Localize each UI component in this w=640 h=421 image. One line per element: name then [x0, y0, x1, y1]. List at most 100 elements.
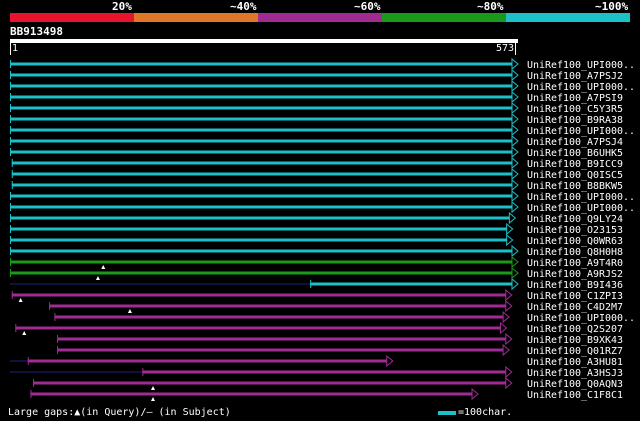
- hit-label[interactable]: UniRef100_UPI000..: [527, 313, 635, 324]
- hit-label[interactable]: UniRef100_B9ICC9: [527, 159, 623, 170]
- hit-row[interactable]: UniRef100_Q9LY24: [10, 211, 623, 225]
- hit-row[interactable]: UniRef100_B9XK43: [57, 332, 623, 346]
- hit-bar[interactable]: [54, 315, 504, 319]
- hit-bar[interactable]: [10, 73, 512, 77]
- hit-row[interactable]: UniRef100_A3HU81: [10, 354, 623, 368]
- hit-row[interactable]: UniRef100_UPI000..: [10, 200, 635, 214]
- hit-label[interactable]: UniRef100_B9RA38: [527, 115, 623, 126]
- hit-end-arrow: [502, 343, 510, 357]
- hit-row[interactable]: UniRef100_O23153: [10, 222, 623, 236]
- hit-end-arrow: [511, 101, 519, 115]
- hit-bar[interactable]: [310, 282, 512, 286]
- hit-bar[interactable]: [33, 381, 506, 385]
- hit-label[interactable]: UniRef100_C1F8C1: [527, 390, 623, 401]
- hit-bar[interactable]: [10, 106, 512, 110]
- hit-label[interactable]: UniRef100_UPI000..: [527, 82, 635, 93]
- hit-bar[interactable]: [10, 84, 512, 88]
- hit-bar[interactable]: [10, 62, 512, 66]
- hit-row[interactable]: UniRef100_C5Y3R5: [10, 101, 623, 115]
- hit-bar[interactable]: [142, 370, 506, 374]
- hit-label[interactable]: UniRef100_UPI000..: [527, 126, 635, 137]
- hit-bar[interactable]: [10, 271, 512, 275]
- hit-row[interactable]: UniRef100_B8BKW5: [11, 178, 623, 192]
- hit-label[interactable]: UniRef100_Q0WR63: [527, 236, 623, 247]
- hit-label[interactable]: UniRef100_A9RJS2: [527, 269, 623, 280]
- hit-label[interactable]: UniRef100_B6UHK5: [527, 148, 623, 159]
- hit-bar[interactable]: [10, 205, 512, 209]
- hit-label[interactable]: UniRef100_A9T4R0: [527, 258, 623, 269]
- hit-bar[interactable]: [10, 227, 507, 231]
- hit-label[interactable]: UniRef100_A7PSI9: [527, 93, 623, 104]
- hit-row[interactable]: UniRef100_A7PSJ4: [10, 134, 623, 148]
- hit-bar[interactable]: [10, 216, 510, 220]
- hit-bar[interactable]: [15, 326, 501, 330]
- hit-row[interactable]: UniRef100_UPI000..: [54, 310, 635, 324]
- hit-bar[interactable]: [10, 238, 507, 242]
- hit-row[interactable]: UniRef100_A3HSJ3: [10, 365, 623, 379]
- hit-row[interactable]: UniRef100_Q0WR63: [10, 233, 623, 247]
- hit-bar[interactable]: [10, 139, 512, 143]
- hit-bar[interactable]: [10, 95, 512, 99]
- hit-label[interactable]: UniRef100_Q9LY24: [527, 214, 623, 225]
- hit-start-tick: [10, 93, 11, 101]
- hit-label[interactable]: UniRef100_UPI000..: [527, 203, 635, 214]
- hit-end-arrow: [511, 255, 519, 269]
- hit-label[interactable]: UniRef100_A7PSJ2: [527, 71, 623, 82]
- hit-bar[interactable]: [11, 172, 513, 176]
- hit-label[interactable]: UniRef100_UPI000..: [527, 192, 635, 203]
- hit-start-tick: [49, 302, 51, 310]
- hit-bar[interactable]: [10, 194, 512, 198]
- hit-row[interactable]: UniRef100_B9RA38: [10, 112, 623, 126]
- hit-row[interactable]: UniRef100_C1F8C1: [30, 387, 623, 401]
- hit-bar[interactable]: [10, 249, 512, 253]
- hit-start-tick: [10, 137, 11, 145]
- hit-label[interactable]: UniRef100_C4D2M7: [527, 302, 623, 313]
- hit-bar[interactable]: [49, 304, 506, 308]
- hit-label[interactable]: UniRef100_C5Y3R5: [527, 104, 623, 115]
- hit-bar[interactable]: [10, 260, 512, 264]
- hit-row[interactable]: UniRef100_C4D2M7: [49, 299, 623, 313]
- hit-label[interactable]: UniRef100_C1ZPI3: [527, 291, 623, 302]
- hit-row[interactable]: UniRef100_Q2S207: [15, 321, 623, 335]
- hit-label[interactable]: UniRef100_O23153: [527, 225, 623, 236]
- hit-row[interactable]: UniRef100_UPI000..: [10, 57, 635, 71]
- hit-bar[interactable]: [57, 337, 506, 341]
- hit-bar[interactable]: [10, 150, 512, 154]
- hit-bar[interactable]: [11, 183, 513, 187]
- hit-row[interactable]: UniRef100_Q0AQN3: [33, 376, 623, 390]
- hit-label[interactable]: UniRef100_Q0ISC5: [527, 170, 623, 181]
- hit-row[interactable]: UniRef100_Q01RZ7: [57, 343, 623, 357]
- hit-row[interactable]: UniRef100_A9T4R0: [10, 255, 623, 269]
- hit-row[interactable]: UniRef100_UPI000..: [10, 79, 635, 93]
- hit-bar[interactable]: [27, 359, 387, 363]
- hit-bar[interactable]: [10, 117, 512, 121]
- hit-label[interactable]: UniRef100_A3HSJ3: [527, 368, 623, 379]
- hit-label[interactable]: UniRef100_UPI000..: [527, 60, 635, 71]
- hit-row[interactable]: UniRef100_A7PSI9: [10, 90, 623, 104]
- hit-label[interactable]: UniRef100_B8BKW5: [527, 181, 623, 192]
- hit-label[interactable]: UniRef100_Q01RZ7: [527, 346, 623, 357]
- hit-row[interactable]: UniRef100_B9ICC9: [11, 156, 623, 170]
- hit-row[interactable]: UniRef100_A7PSJ2: [10, 68, 623, 82]
- hit-label[interactable]: UniRef100_A3HU81: [527, 357, 623, 368]
- hit-row[interactable]: UniRef100_A9RJS2: [10, 266, 623, 280]
- query-gap-marker: [22, 331, 27, 335]
- hit-bar[interactable]: [30, 392, 473, 396]
- hit-label[interactable]: UniRef100_B9XK43: [527, 335, 623, 346]
- hit-label[interactable]: UniRef100_A7PSJ4: [527, 137, 623, 148]
- hit-label[interactable]: UniRef100_Q2S207: [527, 324, 623, 335]
- hit-label[interactable]: UniRef100_Q0AQN3: [527, 379, 623, 390]
- hit-row[interactable]: UniRef100_C1ZPI3: [11, 288, 623, 302]
- hit-bar[interactable]: [11, 293, 506, 297]
- hit-row[interactable]: UniRef100_UPI000..: [10, 189, 635, 203]
- hit-bar[interactable]: [10, 128, 512, 132]
- hit-row[interactable]: UniRef100_UPI000..: [10, 123, 635, 137]
- hit-label[interactable]: UniRef100_Q8H0H8: [527, 247, 623, 258]
- hit-bar[interactable]: [57, 348, 504, 352]
- hit-label[interactable]: UniRef100_B9I436: [527, 280, 623, 291]
- hit-row[interactable]: UniRef100_B6UHK5: [10, 145, 623, 159]
- hit-row[interactable]: UniRef100_B9I436: [10, 277, 623, 291]
- hit-bar[interactable]: [11, 161, 513, 165]
- hit-row[interactable]: UniRef100_Q8H0H8: [10, 244, 623, 258]
- hit-row[interactable]: UniRef100_Q0ISC5: [11, 167, 623, 181]
